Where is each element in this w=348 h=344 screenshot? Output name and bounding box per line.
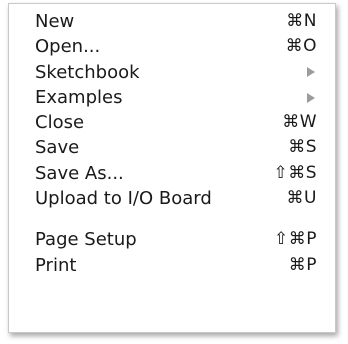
menu-item-label: Save As... — [35, 162, 124, 184]
menu-item-print[interactable]: Print ⌘P — [9, 253, 335, 278]
menu-item-label: Print — [35, 254, 77, 276]
menu-item-new[interactable]: New ⌘N — [9, 9, 335, 34]
menu-item-examples[interactable]: Examples — [9, 85, 335, 110]
file-menu: New ⌘N Open... ⌘O Sketchbook Examples Cl… — [8, 3, 336, 333]
submenu-arrow-icon — [307, 92, 315, 103]
shortcut-label: ⇧⌘S — [273, 162, 317, 183]
shortcut-label: ⌘W — [282, 112, 317, 133]
shortcut-label: ⌘S — [288, 137, 317, 158]
menu-item-label: Close — [35, 112, 85, 134]
menu-item-page-setup[interactable]: Page Setup ⇧⌘P — [9, 227, 335, 252]
menu-item-upload[interactable]: Upload to I/O Board ⌘U — [9, 186, 335, 211]
menu-item-open[interactable]: Open... ⌘O — [9, 34, 335, 59]
menu-separator — [9, 211, 335, 227]
menu-item-save-as[interactable]: Save As... ⇧⌘S — [9, 161, 335, 186]
menu-item-label: Save — [35, 137, 80, 159]
shortcut-label: ⌘P — [288, 254, 317, 275]
shortcut-label: ⌘N — [286, 11, 317, 31]
menu-item-label: Examples — [35, 86, 123, 108]
menu-item-label: Upload to I/O Board — [35, 188, 212, 210]
menu-item-save[interactable]: Save ⌘S — [9, 135, 335, 160]
menu-item-close[interactable]: Close ⌘W — [9, 110, 335, 135]
menu-item-label: Sketchbook — [35, 61, 140, 83]
menu-item-label: New — [35, 11, 75, 32]
shortcut-label: ⇧⌘P — [274, 229, 317, 250]
menu-item-label: Open... — [35, 36, 101, 58]
submenu-arrow-icon — [307, 67, 315, 78]
shortcut-label: ⌘O — [285, 36, 317, 57]
menu-item-sketchbook[interactable]: Sketchbook — [9, 60, 335, 85]
menu-item-label: Page Setup — [35, 229, 137, 251]
shortcut-label: ⌘U — [286, 188, 317, 209]
